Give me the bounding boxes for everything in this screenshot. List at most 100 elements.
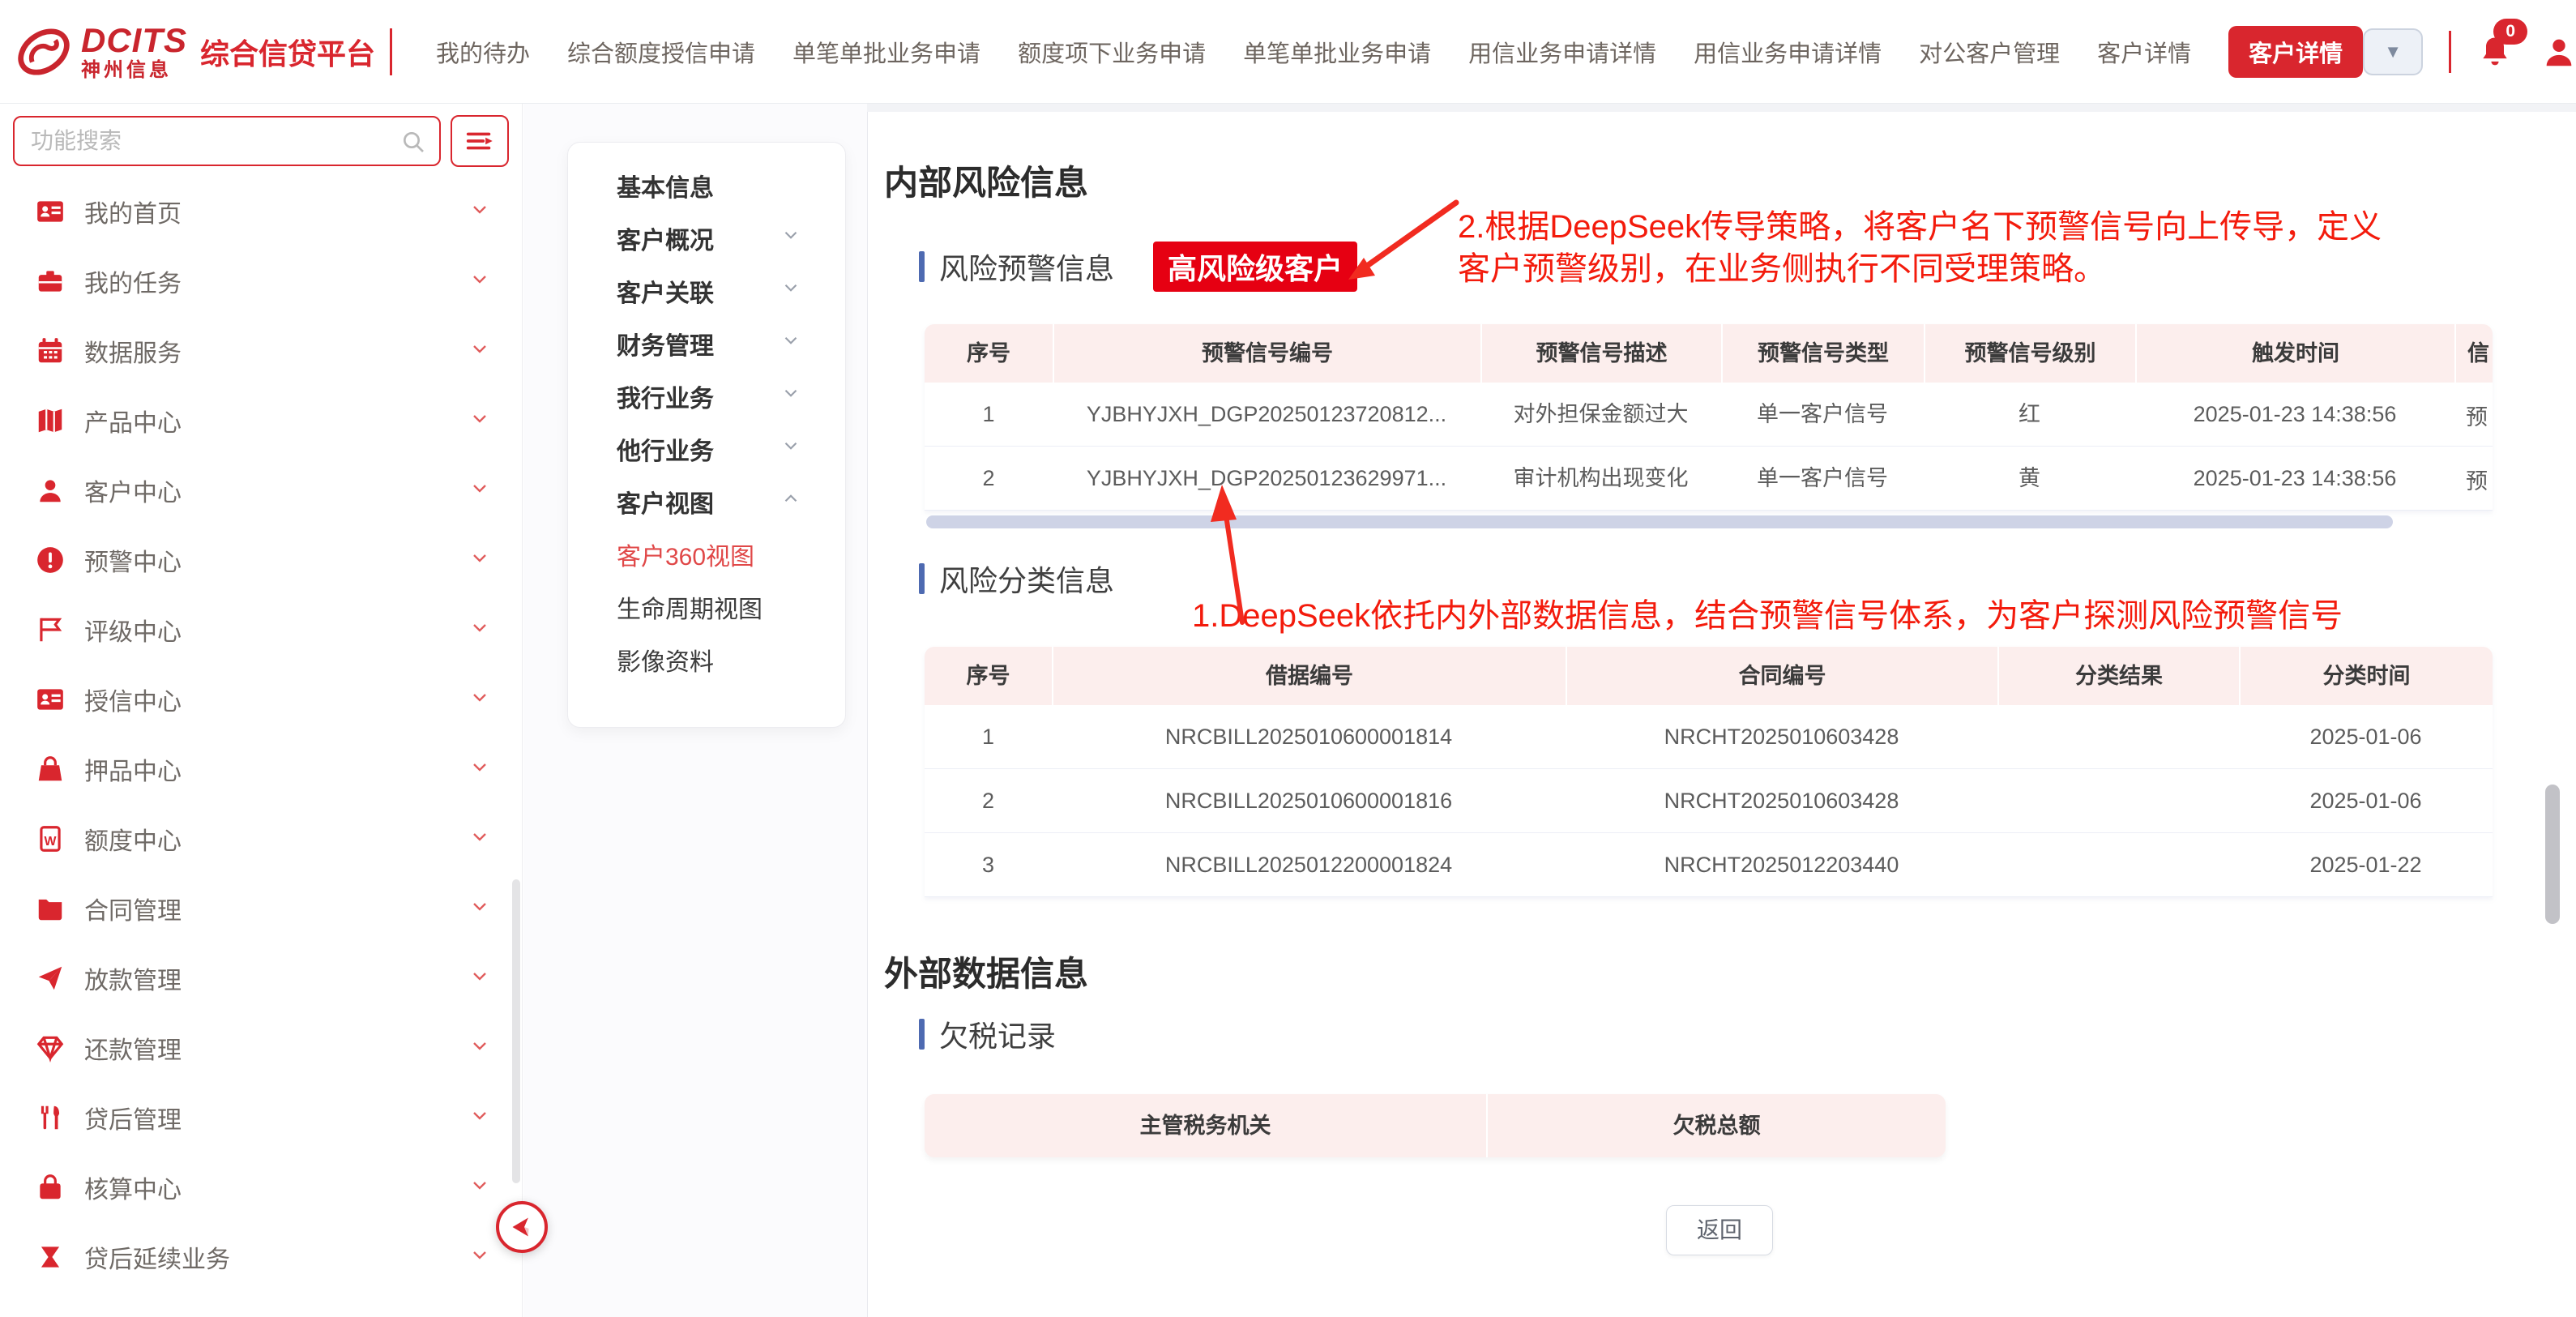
table-row: 2 NRCBILL2025010600001816 NRCHT202501060… bbox=[925, 769, 2493, 833]
top-nav: DCITS 神州信息 综合信贷平台 我的待办 综合额度授信申请 单笔单批业务申请… bbox=[0, 0, 2576, 104]
risk-alert-table: 序号 预警信号编号 预警信号描述 预警信号类型 预警信号级别 触发时间 信 1 … bbox=[925, 324, 2493, 511]
chevron-down-icon bbox=[780, 330, 801, 357]
paper-plane-icon bbox=[34, 962, 66, 994]
submenu-item-customer-views[interactable]: 客户视图 bbox=[568, 475, 845, 528]
back-button[interactable]: 返回 bbox=[1666, 1205, 1773, 1255]
dcits-logo-icon bbox=[15, 23, 73, 81]
collapse-fab-button[interactable] bbox=[496, 1201, 548, 1253]
sidebar-item-collateral-center[interactable]: 押品中心 bbox=[0, 734, 522, 804]
chevron-down-icon bbox=[468, 826, 491, 853]
top-controls: ▼ 0 bbox=[2363, 28, 2576, 75]
customer-submenu-card: 基本信息 客户概况 客户关联 财务管理 我行业务 他行业务 客户视图 客户360… bbox=[567, 142, 846, 728]
brand-divider bbox=[390, 28, 392, 75]
hourglass-icon bbox=[34, 1241, 66, 1273]
table-header-row: 序号 借据编号 合同编号 分类结果 分类时间 bbox=[925, 647, 2493, 705]
submenu-item-other-bank-business[interactable]: 他行业务 bbox=[568, 422, 845, 475]
submenu-item-financial-mgmt[interactable]: 财务管理 bbox=[568, 317, 845, 370]
submenu-item-customer-overview[interactable]: 客户概况 bbox=[568, 212, 845, 264]
submenu-item-image-materials[interactable]: 影像资料 bbox=[568, 633, 845, 686]
sidebar-item-my-home[interactable]: 我的首页 bbox=[0, 177, 522, 246]
submenu-column: 基本信息 客户概况 客户关联 财务管理 我行业务 他行业务 客户视图 客户360… bbox=[523, 104, 867, 1317]
sidebar-item-product-center[interactable]: 产品中心 bbox=[0, 386, 522, 455]
idcard-icon bbox=[34, 195, 66, 228]
notifications-button[interactable]: 0 bbox=[2477, 32, 2514, 72]
nav-tab[interactable]: 用信业务申请详情 bbox=[1468, 35, 1656, 69]
sidebar-item-limit-center[interactable]: W 额度中心 bbox=[0, 804, 522, 874]
section-bar bbox=[919, 563, 925, 594]
annotation-note-2: 2.根据DeepSeek传导策略，将客户名下预警信号向上传导，定义 客户预警级别… bbox=[1458, 206, 2382, 290]
chevron-down-icon bbox=[468, 338, 491, 365]
sidebar-item-accounting-center[interactable]: 核算中心 bbox=[0, 1152, 522, 1222]
sidebar-item-my-tasks[interactable]: 我的任务 bbox=[0, 246, 522, 316]
sidebar-item-label: 数据服务 bbox=[84, 333, 182, 369]
handbag-icon bbox=[34, 753, 66, 785]
svg-text:W: W bbox=[45, 835, 57, 849]
flag-icon bbox=[34, 614, 66, 646]
chevron-down-icon bbox=[780, 435, 801, 463]
submenu-item-customer-relations[interactable]: 客户关联 bbox=[568, 264, 845, 317]
sidebar-item-label: 贷后管理 bbox=[84, 1100, 182, 1135]
nav-tab-active[interactable]: 客户详情 bbox=[2228, 26, 2363, 78]
page-scrollbar[interactable] bbox=[2545, 785, 2560, 924]
controls-divider bbox=[2449, 31, 2451, 73]
sidebar-item-label: 我的任务 bbox=[84, 263, 182, 299]
user-profile-button[interactable] bbox=[2540, 33, 2576, 71]
sidebar-item-label: 预警中心 bbox=[84, 542, 182, 578]
sidebar-menu: 我的首页 我的任务 数据服务 产品中心 bbox=[0, 177, 522, 1292]
chevron-down-icon bbox=[468, 268, 491, 295]
nav-tab[interactable]: 单笔单批业务申请 bbox=[1243, 35, 1431, 69]
chevron-down-icon bbox=[468, 408, 491, 434]
chevron-down-icon bbox=[468, 1244, 491, 1271]
menu-list-icon bbox=[464, 126, 496, 156]
risk-class-section-header: 风险分类信息 bbox=[919, 558, 1114, 600]
table-row: 1 YJBHYJXH_DGP20250123720812... 对外担保金额过大… bbox=[925, 383, 2493, 447]
sidebar-item-rating-center[interactable]: 评级中心 bbox=[0, 595, 522, 665]
submenu-item-our-bank-business[interactable]: 我行业务 bbox=[568, 370, 845, 422]
nav-tab[interactable]: 客户详情 bbox=[2097, 35, 2191, 69]
sidebar-item-label: 还款管理 bbox=[84, 1030, 182, 1066]
sidebar-item-post-loan-mgmt[interactable]: 贷后管理 bbox=[0, 1083, 522, 1152]
table-horizontal-scrollbar[interactable] bbox=[926, 515, 2393, 528]
nav-tab[interactable]: 单笔单批业务申请 bbox=[792, 35, 980, 69]
submenu-item-basic-info[interactable]: 基本信息 bbox=[568, 159, 845, 212]
brand-name: DCITS bbox=[81, 24, 187, 58]
nav-tab[interactable]: 综合额度授信申请 bbox=[567, 35, 755, 69]
tax-section-header: 欠税记录 bbox=[919, 1013, 1056, 1055]
sidebar-item-label: 额度中心 bbox=[84, 821, 182, 857]
sidebar-item-post-loan-continuation[interactable]: 贷后延续业务 bbox=[0, 1222, 522, 1292]
submenu-item-lifecycle-view[interactable]: 生命周期视图 bbox=[568, 580, 845, 633]
risk-class-title: 风险分类信息 bbox=[939, 558, 1114, 600]
sidebar-item-repayment-mgmt[interactable]: 还款管理 bbox=[0, 1013, 522, 1083]
tax-table: 主管税务机关 欠税总额 bbox=[925, 1094, 1946, 1157]
menu-collapse-button[interactable] bbox=[451, 115, 509, 167]
search-input[interactable] bbox=[15, 118, 439, 165]
diamond-icon bbox=[34, 1032, 66, 1064]
function-search bbox=[13, 116, 441, 166]
tabs-dropdown-button[interactable]: ▼ bbox=[2363, 28, 2423, 75]
sidebar-item-label: 放款管理 bbox=[84, 960, 182, 996]
folder-icon bbox=[34, 892, 66, 925]
nav-tab[interactable]: 我的待办 bbox=[436, 35, 530, 69]
product-title: 综合信贷平台 bbox=[200, 31, 375, 73]
nav-tab[interactable]: 额度项下业务申请 bbox=[1018, 35, 1206, 69]
annotation-note-1: 1.DeepSeek依托内外部数据信息，结合预警信号体系，为客户探测风险预警信号 bbox=[1192, 595, 2343, 637]
risk-alert-title: 风险预警信息 bbox=[939, 246, 1114, 288]
table-row: 2 YJBHYJXH_DGP20250123629971... 审计机构出现变化… bbox=[925, 447, 2493, 511]
sidebar-item-disbursement-mgmt[interactable]: 放款管理 bbox=[0, 943, 522, 1013]
chevron-down-icon bbox=[468, 199, 491, 225]
nav-tab[interactable]: 用信业务申请详情 bbox=[1694, 35, 1882, 69]
chevron-down-icon bbox=[468, 1105, 491, 1131]
sidebar-item-credit-center[interactable]: 授信中心 bbox=[0, 665, 522, 734]
nav-tab[interactable]: 对公客户管理 bbox=[1919, 35, 2060, 69]
document-w-icon: W bbox=[34, 823, 66, 855]
chevron-down-icon bbox=[780, 383, 801, 410]
sidebar-scrollbar[interactable] bbox=[512, 879, 520, 1183]
sidebar-item-contract-mgmt[interactable]: 合同管理 bbox=[0, 874, 522, 943]
sidebar-item-customer-center[interactable]: 客户中心 bbox=[0, 455, 522, 525]
nav-tabs: 我的待办 综合额度授信申请 单笔单批业务申请 额度项下业务申请 单笔单批业务申请… bbox=[436, 26, 2363, 78]
section-bar bbox=[919, 1019, 925, 1050]
main-panel: 内部风险信息 风险预警信息 高风险级客户 2.根据DeepSeek传导策略，将客… bbox=[867, 112, 2576, 1317]
sidebar-item-data-services[interactable]: 数据服务 bbox=[0, 316, 522, 386]
submenu-item-customer-360-view[interactable]: 客户360视图 bbox=[568, 528, 845, 580]
sidebar-item-alert-center[interactable]: 预警中心 bbox=[0, 525, 522, 595]
